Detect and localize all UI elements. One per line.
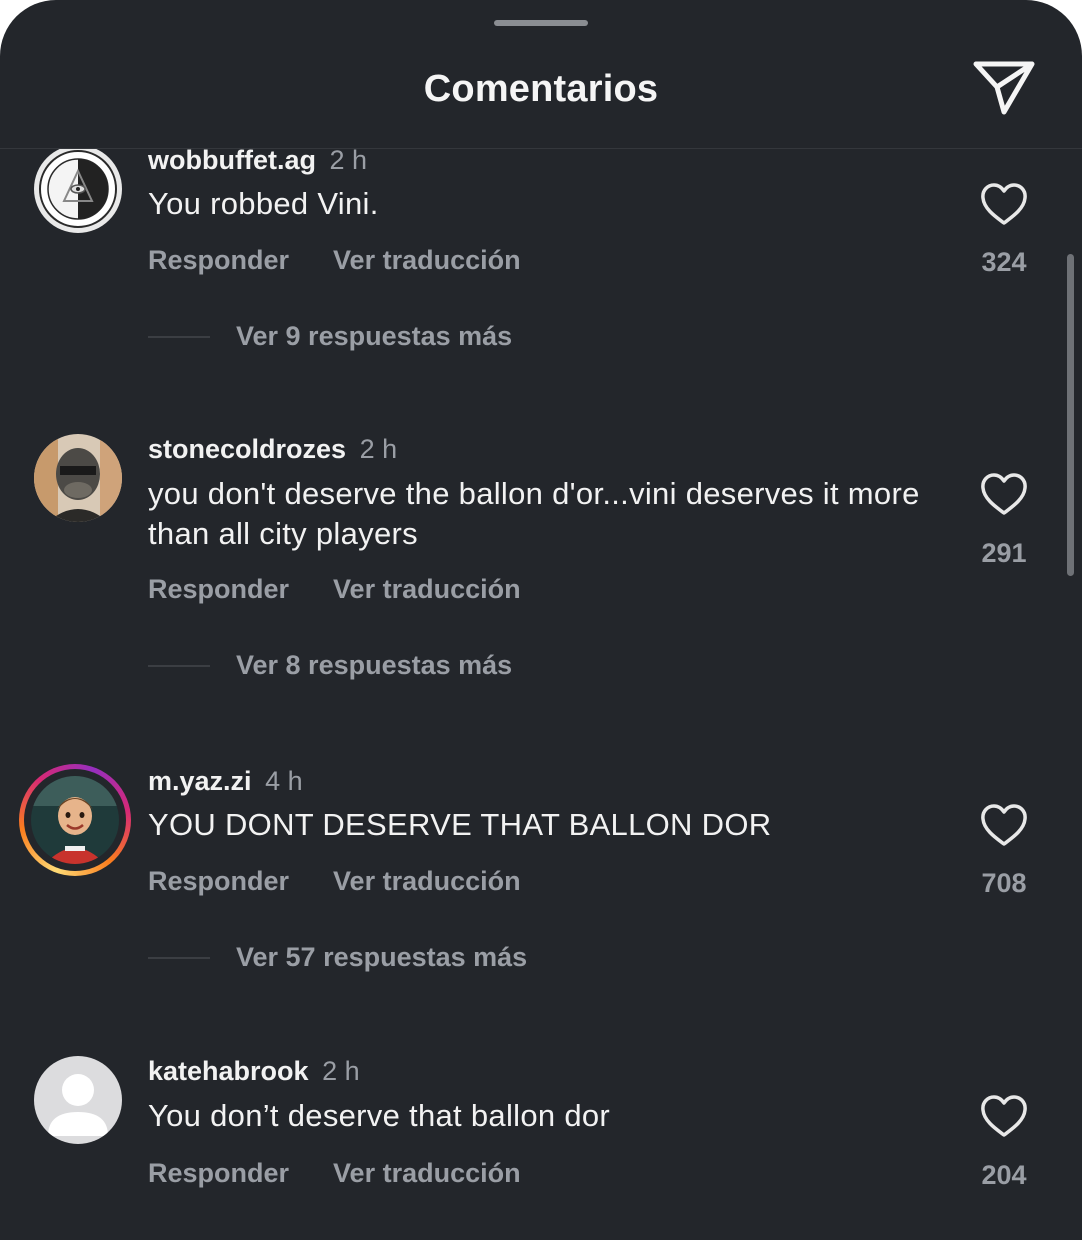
comment-username[interactable]: m.yaz.zi: [148, 766, 252, 796]
comment-time: 4 h: [265, 766, 303, 796]
like-button[interactable]: [978, 471, 1030, 517]
comment-username[interactable]: wobbuffet.ag: [148, 149, 316, 175]
share-button[interactable]: [968, 56, 1040, 120]
view-replies-label: Ver 9 respuestas más: [236, 321, 513, 351]
page-title: Comentarios: [423, 68, 659, 110]
view-replies-label: Ver 8 respuestas más: [236, 650, 513, 680]
story-ring[interactable]: [19, 764, 131, 876]
comment-meta: wobbuffet.ag 2 h: [148, 149, 367, 176]
comment-actions: Responder Ver traducción: [148, 866, 521, 897]
comment-actions: Responder Ver traducción: [148, 1158, 521, 1189]
comment-username[interactable]: katehabrook: [148, 1056, 309, 1086]
masked-face-avatar[interactable]: [34, 434, 122, 522]
comment-time: 2 h: [322, 1056, 360, 1086]
reply-button[interactable]: Responder: [148, 245, 289, 275]
view-replies-button[interactable]: Ver 8 respuestas más: [148, 650, 512, 681]
reply-button[interactable]: Responder: [148, 574, 289, 604]
heart-icon: [981, 1095, 1027, 1137]
comment-actions: Responder Ver traducción: [148, 574, 521, 605]
translate-button[interactable]: Ver traducción: [333, 574, 521, 604]
comment-meta: m.yaz.zi 4 h: [148, 766, 303, 797]
comment-text: You don’t deserve that ballon dor: [148, 1098, 611, 1133]
drag-handle[interactable]: [494, 20, 588, 26]
view-replies-button[interactable]: Ver 9 respuestas más: [148, 321, 512, 352]
comment-text: You robbed Vini.: [148, 186, 379, 221]
view-replies-label: Ver 57 respuestas más: [236, 942, 528, 972]
comment-meta: stonecoldrozes 2 h: [148, 434, 397, 465]
replies-divider: [148, 664, 210, 667]
view-replies-button[interactable]: Ver 57 respuestas más: [148, 942, 527, 973]
comment-username[interactable]: stonecoldrozes: [148, 434, 346, 464]
like-count: 708: [981, 868, 1027, 898]
comments-list[interactable]: wobbuffet.ag 2 h You robbed Vini. Respon…: [0, 149, 1082, 1240]
comment-time: 2 h: [359, 434, 398, 464]
like-count: 324: [981, 247, 1027, 277]
comment-time: 2 h: [329, 149, 368, 175]
translate-button[interactable]: Ver traducción: [333, 245, 521, 275]
heart-icon: [981, 804, 1027, 846]
comment-actions: Responder Ver traducción: [148, 245, 521, 276]
like-count: 204: [981, 1160, 1027, 1190]
reply-button[interactable]: Responder: [148, 866, 289, 896]
translate-button[interactable]: Ver traducción: [333, 866, 521, 896]
like-button[interactable]: [978, 802, 1030, 848]
heart-icon: [981, 473, 1027, 515]
comment-text: you don't deserve the ballon d'or...vini…: [148, 476, 920, 551]
reply-button[interactable]: Responder: [148, 1158, 289, 1188]
default-avatar[interactable]: [34, 1056, 122, 1144]
replies-divider: [148, 956, 210, 959]
translate-button[interactable]: Ver traducción: [333, 1158, 521, 1188]
heart-icon: [981, 183, 1027, 225]
comment-text: YOU DONT DESERVE THAT BALLON DOR: [148, 807, 772, 842]
paper-plane-icon: [973, 61, 1035, 115]
like-button[interactable]: [978, 181, 1030, 227]
replies-divider: [148, 335, 210, 338]
comments-sheet: Comentarios wobbuffet.ag 2 h You robbed …: [0, 0, 1082, 1240]
like-button[interactable]: [978, 1093, 1030, 1139]
like-count: 291: [981, 538, 1027, 568]
scrollbar[interactable]: [1067, 254, 1074, 576]
comment-meta: katehabrook 2 h: [148, 1056, 360, 1087]
seal-emblem-avatar[interactable]: [34, 149, 122, 233]
child-photo-avatar: [31, 776, 119, 864]
